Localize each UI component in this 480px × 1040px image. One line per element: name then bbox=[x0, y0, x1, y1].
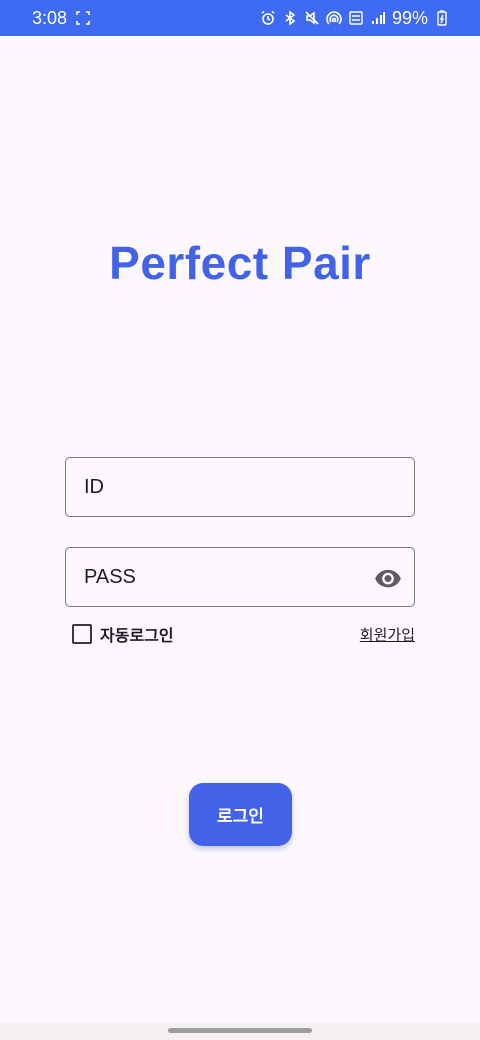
status-time: 3:08 bbox=[32, 7, 68, 28]
password-placeholder: PASS bbox=[84, 565, 136, 588]
home-gesture-handle[interactable] bbox=[168, 1028, 312, 1033]
status-bar: 3:08 99% bbox=[0, 0, 480, 36]
mute-icon bbox=[304, 10, 320, 26]
auto-login-label: 자동로그인 bbox=[100, 626, 174, 645]
login-button[interactable]: 로그인 bbox=[189, 783, 292, 846]
alarm-icon bbox=[260, 10, 276, 26]
id-placeholder: ID bbox=[84, 475, 104, 498]
battery-percent: 99% bbox=[391, 7, 428, 28]
password-input[interactable]: PASS bbox=[65, 547, 415, 607]
battery-charging-icon bbox=[434, 10, 450, 26]
id-input[interactable]: ID bbox=[65, 457, 415, 517]
eye-icon[interactable] bbox=[374, 564, 402, 592]
hotspot-icon bbox=[326, 10, 342, 26]
app-title: Perfect Pair bbox=[109, 237, 371, 289]
volte-icon bbox=[348, 10, 364, 26]
signal-icon bbox=[370, 10, 386, 26]
bluetooth-icon bbox=[282, 10, 298, 26]
signup-link[interactable]: 회원가입 bbox=[360, 624, 415, 645]
options-row: 자동로그인 회원가입 bbox=[72, 620, 415, 648]
screenshot-icon bbox=[75, 10, 91, 26]
auto-login-checkbox[interactable] bbox=[72, 624, 92, 644]
auto-login-toggle[interactable]: 자동로그인 bbox=[72, 622, 174, 646]
